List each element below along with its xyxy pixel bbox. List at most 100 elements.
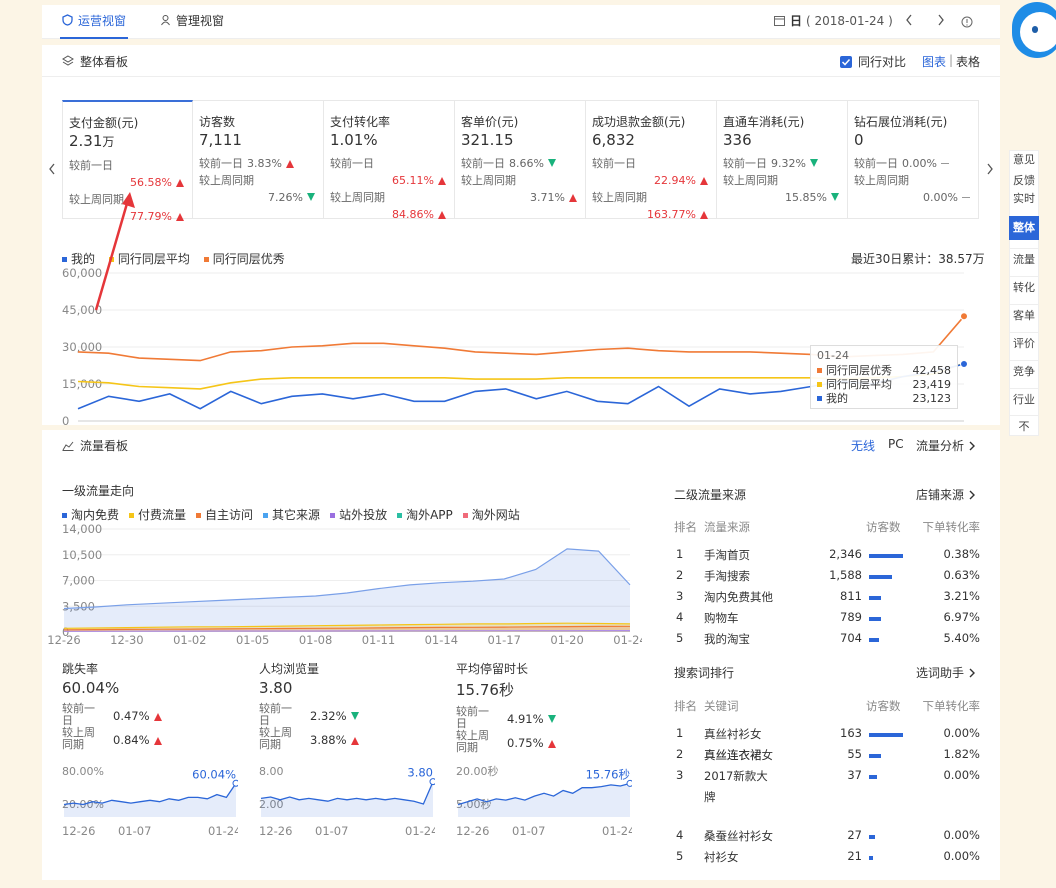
rank: 5: [676, 849, 684, 863]
metric-number: 321.15: [461, 131, 514, 149]
compare-day-value-wrap: 0.00%: [902, 157, 949, 170]
metric-card[interactable]: 直通车消耗(元) 336 较前一日 9.32% 较上周同期 15.85%: [717, 100, 848, 219]
area-line-3[interactable]: [64, 630, 630, 632]
table-row[interactable]: 4 购物车 789 6.97%: [674, 610, 980, 631]
side-nav-item[interactable]: 整体: [1009, 216, 1039, 240]
tab-pc[interactable]: PC: [888, 437, 904, 451]
sparkline-end-label: 60.04%: [192, 767, 236, 781]
sparkline-chart: 20.00秒5.00秒15.76秒12-2601-0701-24: [456, 765, 632, 838]
x-tick-label: 01-02: [173, 633, 206, 647]
side-nav-item[interactable]: 反馈: [1009, 174, 1039, 188]
compare-number: 0.75%: [507, 736, 544, 750]
compare-week-label: 较上周同期: [199, 174, 254, 187]
tab-management[interactable]: 管理视窗: [160, 5, 224, 37]
side-nav-item[interactable]: 行业: [1009, 388, 1039, 407]
checkbox[interactable]: [840, 56, 852, 68]
table-header: 排名 流量来源 访客数 下单转化率: [674, 519, 980, 540]
table-row[interactable]: 3 淘内免费其他 811 3.21%: [674, 589, 980, 610]
chevron-right-icon: [969, 668, 976, 678]
link-label: 选词助手: [916, 666, 965, 680]
chevron-left-icon: [906, 14, 912, 26]
compare-week-label: 较上周同期: [461, 174, 516, 187]
side-nav-item[interactable]: 意见: [1009, 153, 1039, 167]
y-tick-label: 15,000: [62, 377, 102, 391]
keyword-helper-link[interactable]: 选词助手: [916, 664, 977, 681]
side-nav-item[interactable]: 实时: [1009, 192, 1039, 206]
compare-day-label: 较前一日: [854, 157, 898, 170]
metric-card[interactable]: 客单价(元) 321.15 较前一日 8.66% 较上周同期 3.71%: [455, 100, 586, 219]
side-nav-item[interactable]: 客单: [1009, 304, 1039, 323]
chevron-right-icon: [969, 490, 976, 500]
dash-icon: [962, 197, 970, 198]
arrow-down-icon: [547, 715, 556, 723]
metric-title: 支付转化率: [330, 115, 391, 129]
next-date-button[interactable]: [936, 13, 948, 29]
stat-title: 跳失率: [62, 662, 99, 676]
rank: 3: [676, 589, 684, 603]
series-point-0[interactable]: [960, 312, 968, 321]
table-header: 排名 关键词 访客数 下单转化率: [674, 698, 980, 719]
rank: 4: [676, 610, 684, 624]
compare-week-value: 0.00%: [923, 191, 958, 204]
date-picker[interactable]: 日( 2018-01-24 ): [774, 5, 893, 37]
metric-card[interactable]: 支付转化率 1.01% 较前一日 65.11% 较上周同期 84.86%: [324, 100, 455, 221]
source-name: 淘内免费其他: [704, 590, 773, 604]
tooltip-label: 我的: [826, 392, 848, 405]
stat-value: 60.04%: [62, 679, 120, 697]
y-tick-label: 14,000: [62, 522, 102, 536]
metric-title: 访客数: [199, 115, 236, 129]
chart-view-link[interactable]: 图表: [922, 53, 946, 70]
keyword-line: 牌: [704, 790, 716, 804]
compare-value: 0.84%: [113, 733, 162, 747]
tab-label: 管理视窗: [176, 14, 225, 28]
side-nav-item[interactable]: 竞争: [1009, 360, 1039, 379]
compare-day-value: 8.66%: [509, 157, 544, 170]
table-row[interactable]: 1 手淘首页 2,346 0.38%: [674, 547, 980, 568]
arrow-up-icon: [569, 194, 577, 202]
shop-source-link[interactable]: 店铺来源: [916, 486, 977, 503]
side-nav-item[interactable]: 评价: [1009, 332, 1039, 351]
tab-operations[interactable]: 运营视窗: [60, 5, 129, 39]
series-point-2[interactable]: [960, 359, 968, 368]
calendar-icon: [774, 16, 785, 26]
compare-week-row: 15.85%: [723, 189, 847, 206]
metric-card[interactable]: 钻石展位消耗(元) 0 较前一日 0.00% 较上周同期 0.00%: [848, 100, 979, 219]
metrics-next-button[interactable]: [986, 162, 994, 179]
metrics-prev-button[interactable]: [48, 162, 56, 179]
arrow-up-icon: [700, 211, 708, 219]
area-fill-0: [64, 548, 630, 632]
side-nav-item[interactable]: 流量: [1009, 248, 1039, 267]
overview-title: 整体看板: [62, 53, 128, 70]
table-row[interactable]: 2 手淘搜索 1,588 0.63%: [674, 568, 980, 589]
compare-toggle[interactable]: 同行对比: [840, 53, 906, 70]
keyword-line: 2017新款大: [704, 769, 768, 783]
sparkline-chart: 8.002.003.8012-2601-0701-24: [259, 765, 435, 838]
layers-icon: [62, 55, 74, 66]
stat-compare: 较前一日 2.32% 较上周 同期 3.88%: [259, 703, 439, 759]
traffic-analysis-link[interactable]: 流量分析: [916, 437, 977, 454]
table-row[interactable]: 5 衬衫女 21 0.00%: [674, 849, 980, 870]
arrow-up-icon: [176, 179, 184, 187]
tab-wireless[interactable]: 无线: [851, 437, 875, 454]
top-bar: 运营视窗 管理视窗 日( 2018-01-24 ): [42, 5, 1000, 39]
keyword: 真丝衬衫女: [704, 727, 762, 741]
tab-label: 运营视窗: [78, 14, 127, 28]
mascot-avatar[interactable]: [1012, 2, 1056, 58]
compare-day-label: 较前一日: [199, 157, 243, 170]
compare-label-b: 同期: [259, 738, 281, 751]
metric-number: 2.31: [69, 132, 103, 150]
table-view-link[interactable]: 表格: [956, 53, 980, 70]
x-tick-label: 01-17: [488, 633, 521, 647]
side-nav-item[interactable]: 不: [1009, 415, 1039, 434]
table-row[interactable]: 3 真丝连衣裙女 2017新款大牌 37 0.00%: [674, 747, 980, 807]
metric-card[interactable]: 成功退款金额(元) 6,832 较前一日 22.94% 较上周同期 163.77%: [586, 100, 717, 221]
col-rank: 排名: [674, 699, 697, 713]
table-row[interactable]: 4 桑蚕丝衬衫女 27 0.00%: [674, 828, 980, 849]
side-nav-item[interactable]: 转化: [1009, 276, 1039, 295]
table-row[interactable]: 5 我的淘宝 704 5.40%: [674, 631, 980, 652]
prev-date-button[interactable]: [904, 13, 916, 29]
metric-card[interactable]: 访客数 7,111 较前一日 3.83% 较上周同期 7.26%: [193, 100, 324, 219]
info-icon[interactable]: [961, 16, 973, 31]
table-row[interactable]: 1 真丝衬衫女 163 0.00%: [674, 726, 980, 747]
compare-week-value: 15.85%: [785, 191, 827, 204]
